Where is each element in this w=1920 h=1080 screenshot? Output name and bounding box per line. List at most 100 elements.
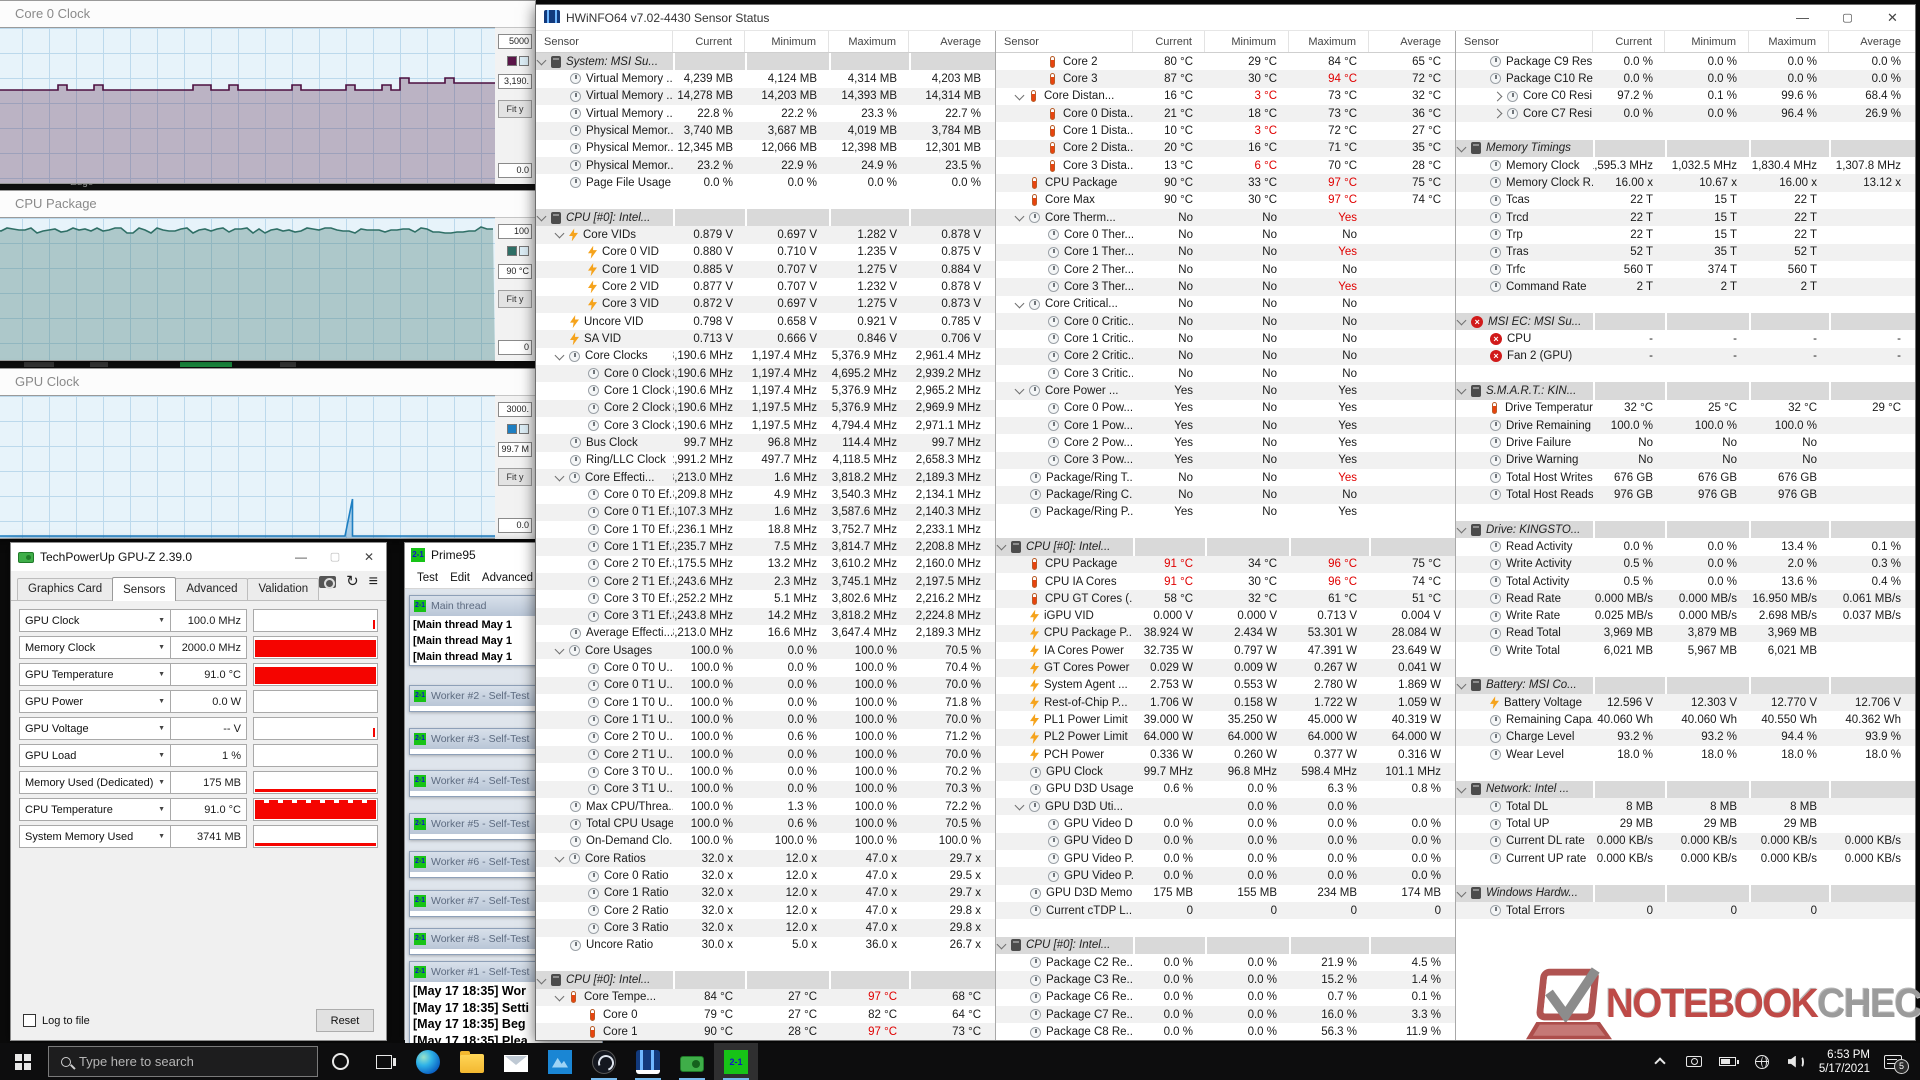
menu-icon[interactable]: ≡: [369, 575, 378, 589]
sensor-row[interactable]: Core 387 °C30 °C94 °C72 °C: [996, 70, 1455, 87]
sensor-row[interactable]: [996, 521, 1455, 538]
close-button[interactable]: ✕: [352, 550, 386, 564]
sensor-row[interactable]: Package C7 Re...0.0 %0.0 %16.0 %3.3 %: [996, 1006, 1455, 1023]
sensor-row[interactable]: GT Cores Power0.029 W0.009 W0.267 W0.041…: [996, 659, 1455, 676]
sensor-row[interactable]: CPU [#0]: Intel...: [536, 971, 995, 988]
gpuz-sensor-select[interactable]: GPU Power▼: [19, 690, 171, 713]
menu-test[interactable]: Test: [417, 572, 438, 584]
sensor-row[interactable]: Virtual Memory ...4,239 MB4,124 MB4,314 …: [536, 70, 995, 87]
tab-advanced[interactable]: Advanced: [175, 578, 248, 600]
chevron-down-icon[interactable]: [1015, 90, 1025, 100]
sensor-row[interactable]: Write Rate0.025 MB/s0.000 MB/s2.698 MB/s…: [1456, 608, 1915, 625]
chevron-down-icon[interactable]: [1457, 142, 1467, 152]
sensor-row[interactable]: Core C7 Resi...0.0 %0.0 %96.4 %26.9 %: [1456, 105, 1915, 122]
sensor-row[interactable]: Package C9 Resi...0.0 %0.0 %0.0 %0.0 %: [1456, 53, 1915, 70]
maximize-button[interactable]: ▢: [318, 550, 352, 563]
column-header-minimum[interactable]: Minimum: [745, 31, 829, 52]
sensor-row[interactable]: Core 1 T0 U...100.0 %0.0 %100.0 %71.8 %: [536, 694, 995, 711]
sensor-row[interactable]: Current cTDP L...0000: [996, 902, 1455, 919]
sensor-row[interactable]: Core 2 VID0.877 V0.707 V1.232 V0.878 V: [536, 278, 995, 295]
chevron-down-icon[interactable]: [555, 645, 565, 655]
tray-battery-button[interactable]: [1711, 1043, 1745, 1080]
sensor-row[interactable]: Current UP rate0.000 KB/s0.000 KB/s0.000…: [1456, 850, 1915, 867]
sensor-row[interactable]: Virtual Memory ...22.8 %22.2 %23.3 %22.7…: [536, 105, 995, 122]
taskbar-app-obs[interactable]: [582, 1043, 626, 1080]
sensor-row[interactable]: Drive Remaining ...100.0 %100.0 %100.0 %: [1456, 417, 1915, 434]
column-header-current[interactable]: Current: [673, 31, 745, 52]
sensor-row[interactable]: Core 190 °C28 °C97 °C73 °C: [536, 1023, 995, 1040]
sensor-row[interactable]: Core 1 T0 Ef...3,236.1 MHz18.8 MHz3,752.…: [536, 521, 995, 538]
sensor-row[interactable]: Core Critical...NoNoNo: [996, 296, 1455, 313]
sensor-row[interactable]: System Agent ...2.753 W0.553 W2.780 W1.8…: [996, 677, 1455, 694]
sensor-row[interactable]: Core 3 Ther...NoNoYes: [996, 278, 1455, 295]
sensor-row[interactable]: CPU [#0]: Intel...: [996, 538, 1455, 555]
sensor-row[interactable]: Core 0 Dista...21 °C18 °C73 °C36 °C: [996, 105, 1455, 122]
gpuz-sensor-select[interactable]: GPU Load▼: [19, 744, 171, 767]
sensor-row[interactable]: [996, 919, 1455, 936]
sensor-row[interactable]: [1456, 296, 1915, 313]
sensor-row[interactable]: Core Usages100.0 %0.0 %100.0 %70.5 %: [536, 642, 995, 659]
sensor-row[interactable]: Core 0 T1 U...100.0 %0.0 %100.0 %70.0 %: [536, 677, 995, 694]
screenshot-icon[interactable]: [319, 576, 336, 588]
sensor-row[interactable]: Core 079 °C27 °C82 °C64 °C: [536, 1006, 995, 1023]
chevron-down-icon[interactable]: [997, 541, 1007, 551]
sensor-row[interactable]: Core 280 °C29 °C84 °C65 °C: [996, 53, 1455, 70]
sensor-row[interactable]: Core 1 T1 U...100.0 %0.0 %100.0 %70.0 %: [536, 711, 995, 728]
task-view-button[interactable]: [362, 1043, 406, 1080]
taskbar-clock[interactable]: 6:53 PM 5/17/2021: [1813, 1048, 1880, 1076]
sensor-row[interactable]: Core Power ...YesNoYes: [996, 382, 1455, 399]
sensor-row[interactable]: GPU Video D...0.0 %0.0 %0.0 %0.0 %: [996, 833, 1455, 850]
sensor-row[interactable]: Package/Ring P...YesNoYes: [996, 504, 1455, 521]
tray-expand-button[interactable]: [1643, 1043, 1677, 1080]
sensor-row[interactable]: GPU Video P...0.0 %0.0 %0.0 %0.0 %: [996, 850, 1455, 867]
sensor-row[interactable]: Core 3 T1 U...100.0 %0.0 %100.0 %70.3 %: [536, 781, 995, 798]
taskbar-app-prime95[interactable]: [714, 1043, 758, 1080]
sensor-row[interactable]: GPU D3D Memo...175 MB155 MB234 MB174 MB: [996, 885, 1455, 902]
gpuz-sensor-select[interactable]: Memory Clock▼: [19, 636, 171, 659]
sensor-row[interactable]: Package C10 Re...0.0 %0.0 %0.0 %0.0 %: [1456, 70, 1915, 87]
sensor-row[interactable]: Trp22 T15 T22 T: [1456, 226, 1915, 243]
sensor-row[interactable]: GPU Video D...0.0 %0.0 %0.0 %0.0 %: [996, 815, 1455, 832]
sensor-row[interactable]: Uncore Ratio30.0 x5.0 x36.0 x26.7 x: [536, 937, 995, 954]
sensor-row[interactable]: Total Activity0.5 %0.0 %13.6 %0.4 %: [1456, 573, 1915, 590]
chevron-down-icon[interactable]: [537, 974, 547, 984]
sensor-row[interactable]: Page File Usage0.0 %0.0 %0.0 %0.0 %: [536, 174, 995, 191]
sensor-row[interactable]: Core 3 T1 Ef...3,243.8 MHz14.2 MHz3,818.…: [536, 608, 995, 625]
fit-y-button[interactable]: Fit y: [498, 468, 532, 486]
sensor-row[interactable]: Core 0 T0 U...100.0 %0.0 %100.0 %70.4 %: [536, 659, 995, 676]
sensor-row[interactable]: Core C0 Resi...97.2 %0.1 %99.6 %68.4 %: [1456, 88, 1915, 105]
sensor-row[interactable]: Total Errors000: [1456, 902, 1915, 919]
maximize-button[interactable]: ▢: [1825, 5, 1870, 30]
column-header-sensor[interactable]: Sensor: [996, 31, 1133, 52]
sensor-row[interactable]: ×Fan 2 (GPU)----: [1456, 348, 1915, 365]
sensor-row[interactable]: Core 1 VID0.885 V0.707 V1.275 V0.884 V: [536, 261, 995, 278]
sensor-row[interactable]: Core 0 Ther...NoNoNo: [996, 226, 1455, 243]
graph-window-title[interactable]: Core 0 Clock: [0, 1, 535, 27]
sensor-row[interactable]: Core Max90 °C30 °C97 °C74 °C: [996, 192, 1455, 209]
chevron-down-icon[interactable]: [1457, 385, 1467, 395]
sensor-row[interactable]: Core 2 Dista...20 °C16 °C71 °C35 °C: [996, 140, 1455, 157]
sensor-row[interactable]: Core 1 Ratio32.0 x12.0 x47.0 x29.7 x: [536, 885, 995, 902]
taskbar-app-edge[interactable]: [406, 1043, 450, 1080]
column-header-average[interactable]: Average: [1829, 31, 1915, 52]
sensor-row[interactable]: Write Total6,021 MB5,967 MB6,021 MB: [1456, 642, 1915, 659]
taskbar-app-mail[interactable]: [494, 1043, 538, 1080]
tray-volume-button[interactable]: [1779, 1043, 1813, 1080]
graph-window-title[interactable]: CPU Package: [0, 191, 535, 217]
gpuz-sensor-select[interactable]: CPU Temperature▼: [19, 798, 171, 821]
column-header-minimum[interactable]: Minimum: [1205, 31, 1289, 52]
sensor-row[interactable]: CPU IA Cores91 °C30 °C96 °C74 °C: [996, 573, 1455, 590]
sensor-row[interactable]: Memory Timings: [1456, 140, 1915, 157]
sensor-row[interactable]: CPU [#0]: Intel...: [996, 937, 1455, 954]
sensor-row[interactable]: Trfc560 T374 T560 T: [1456, 261, 1915, 278]
sensor-row[interactable]: Battery: MSI Co...: [1456, 677, 1915, 694]
sensor-row[interactable]: [1456, 763, 1915, 780]
sensor-row[interactable]: CPU Package90 °C33 °C97 °C75 °C: [996, 174, 1455, 191]
sensor-row[interactable]: Package C8 Re...0.0 %0.0 %56.3 %11.9 %: [996, 1023, 1455, 1040]
sensor-row[interactable]: SA VID0.713 V0.666 V0.846 V0.706 V: [536, 330, 995, 347]
sensor-row[interactable]: Core 0 T0 Ef...3,209.8 MHz4.9 MHz3,540.3…: [536, 486, 995, 503]
taskbar-app-hwinfo[interactable]: [626, 1043, 670, 1080]
cortana-button[interactable]: [318, 1043, 362, 1080]
sensor-row[interactable]: Network: Intel ...: [1456, 781, 1915, 798]
gpuz-sensor-select[interactable]: GPU Voltage▼: [19, 717, 171, 740]
